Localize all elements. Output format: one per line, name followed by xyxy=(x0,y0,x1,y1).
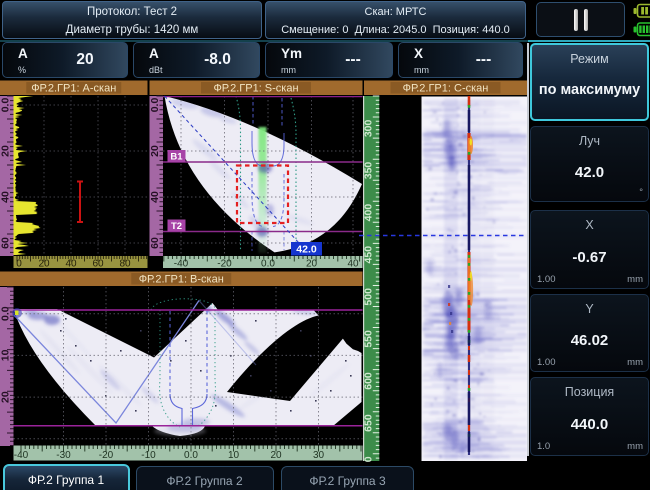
svg-text:300: 300 xyxy=(363,119,375,137)
svg-text:T2: T2 xyxy=(171,221,182,232)
svg-text:ФР.2.ГР1: В-скан: ФР.2.ГР1: В-скан xyxy=(139,274,224,286)
svg-text:450: 450 xyxy=(363,246,375,264)
svg-text:700: 700 xyxy=(363,456,375,462)
svg-text:30: 30 xyxy=(313,450,325,461)
svg-text:10: 10 xyxy=(228,450,240,461)
svg-text:-30: -30 xyxy=(56,450,71,461)
svg-text:40: 40 xyxy=(0,191,12,203)
svg-text:60: 60 xyxy=(149,237,161,249)
svg-text:-20: -20 xyxy=(217,259,232,270)
svg-text:ФР.2.ГР1: C-скан: ФР.2.ГР1: C-скан xyxy=(403,83,489,95)
svg-text:0.0: 0.0 xyxy=(0,306,12,321)
svg-text:40: 40 xyxy=(65,259,77,270)
svg-text:0.0: 0.0 xyxy=(149,98,161,113)
svg-text:40: 40 xyxy=(149,191,161,203)
svg-text:ФР.2.ГР1: S-скан: ФР.2.ГР1: S-скан xyxy=(213,83,298,95)
svg-text:ФР.2.ГР1: А-скан: ФР.2.ГР1: А-скан xyxy=(31,83,116,95)
svg-text:60: 60 xyxy=(0,237,12,249)
svg-text:0.0: 0.0 xyxy=(261,259,275,270)
svg-text:-40: -40 xyxy=(174,259,189,270)
svg-text:600: 600 xyxy=(363,372,375,390)
svg-text:-10: -10 xyxy=(141,450,156,461)
svg-text:20: 20 xyxy=(306,259,318,270)
svg-text:400: 400 xyxy=(363,204,375,222)
svg-text:20: 20 xyxy=(149,145,161,157)
svg-text:0.0: 0.0 xyxy=(184,450,198,461)
svg-text:20: 20 xyxy=(0,391,12,403)
svg-text:20: 20 xyxy=(0,145,12,157)
svg-text:550: 550 xyxy=(363,330,375,348)
svg-text:60: 60 xyxy=(92,259,104,270)
svg-text:B1: B1 xyxy=(170,152,183,163)
svg-text:0.0: 0.0 xyxy=(0,98,12,113)
svg-text:80: 80 xyxy=(119,259,131,270)
svg-text:350: 350 xyxy=(363,162,375,180)
svg-text:20: 20 xyxy=(270,450,282,461)
svg-text:-20: -20 xyxy=(99,450,114,461)
svg-text:10: 10 xyxy=(0,349,12,361)
svg-text:-40: -40 xyxy=(14,450,29,461)
svg-text:500: 500 xyxy=(363,288,375,306)
svg-text:42.0: 42.0 xyxy=(296,244,317,256)
svg-text:40: 40 xyxy=(347,259,359,270)
svg-text:20: 20 xyxy=(38,259,50,270)
svg-text:0: 0 xyxy=(16,259,22,270)
svg-text:650: 650 xyxy=(363,414,375,432)
